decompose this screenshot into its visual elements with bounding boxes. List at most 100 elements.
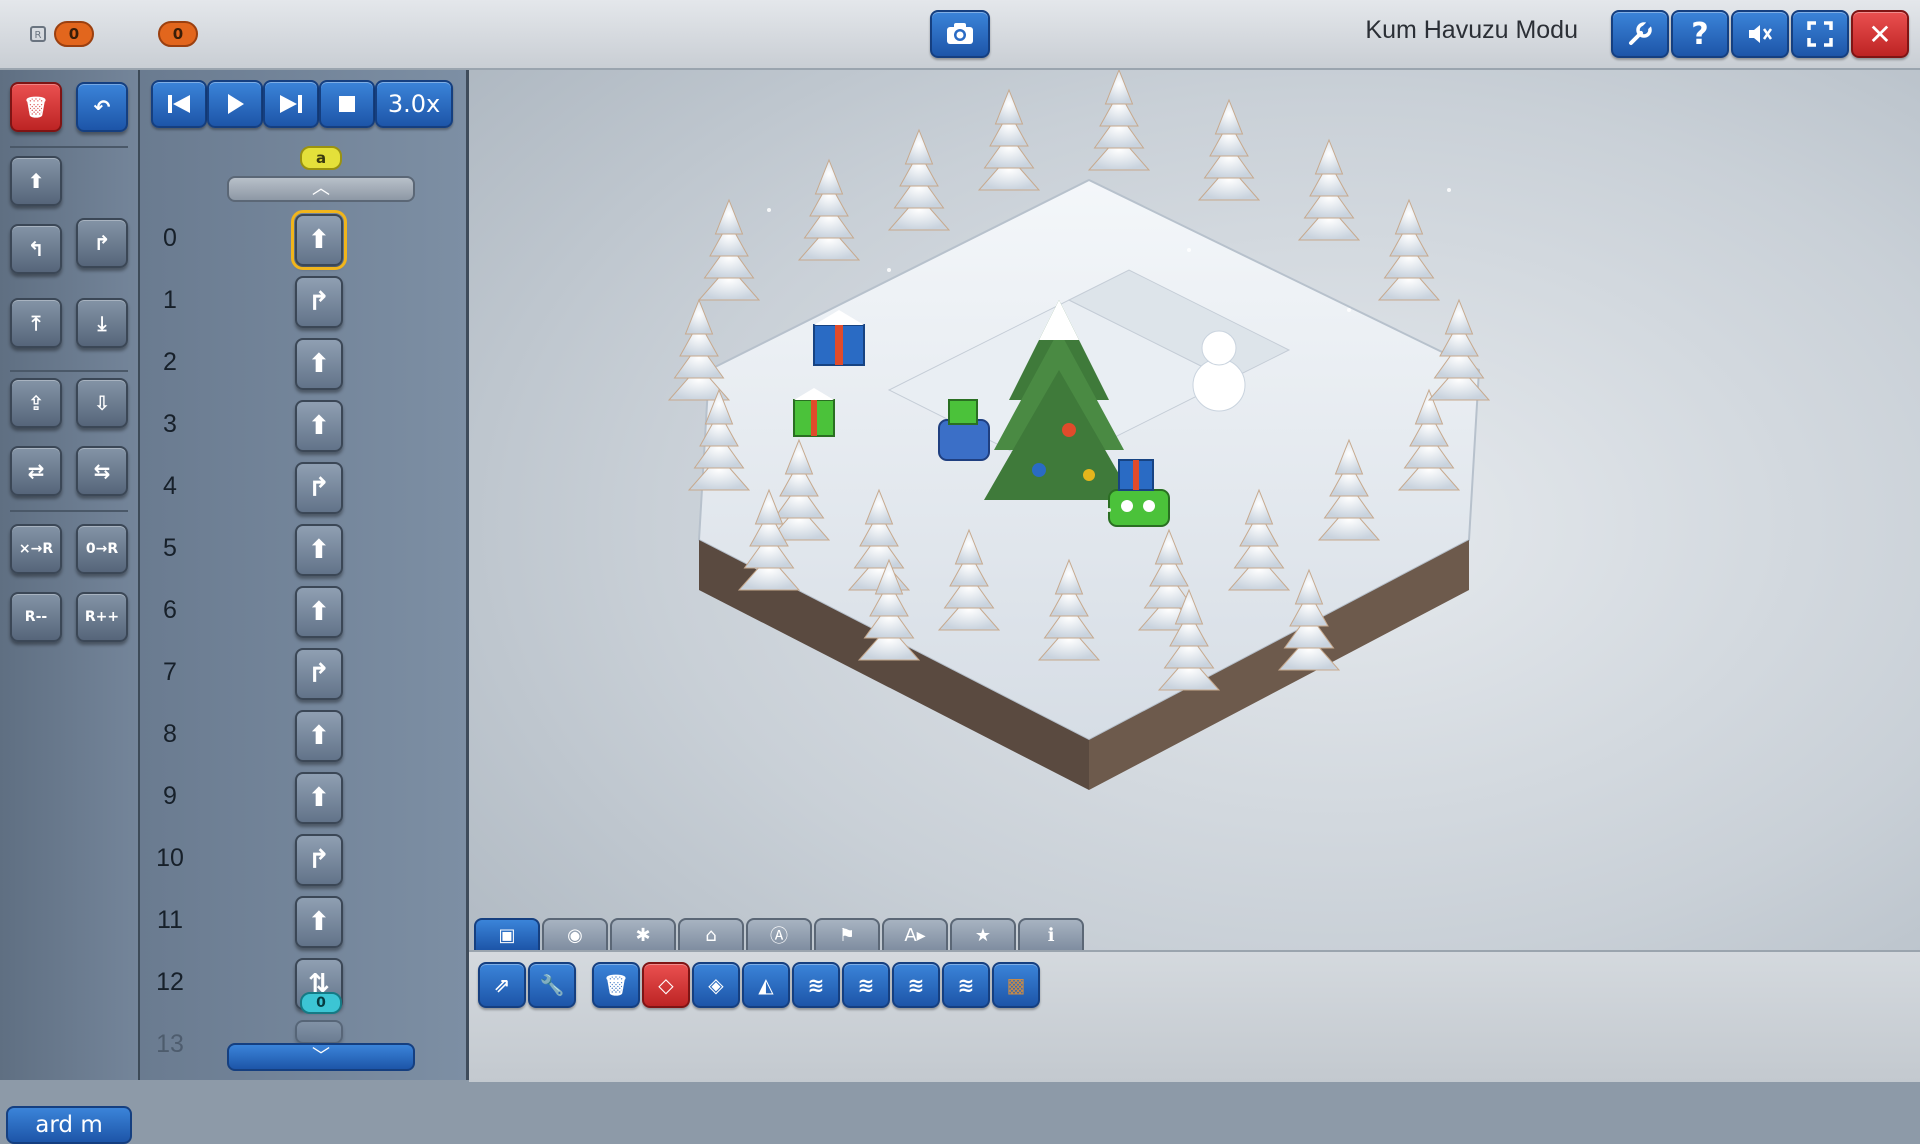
scroll-up-button[interactable]: ︿: [227, 176, 415, 202]
program-row-number: 10: [156, 844, 184, 872]
stop-button[interactable]: [319, 80, 375, 128]
delete-block-button[interactable]: 🗑: [592, 962, 640, 1008]
program-command-turn-right[interactable]: ↱: [295, 648, 343, 700]
wrench-button[interactable]: 🔧: [528, 962, 576, 1008]
turn-left-tool[interactable]: ↰: [10, 224, 62, 274]
speed-button[interactable]: 3.0x: [375, 80, 453, 128]
wrench-icon: [1629, 21, 1652, 45]
read-register-tool[interactable]: ⇄: [10, 446, 62, 496]
decrement-register-tool[interactable]: R--: [10, 592, 62, 642]
delete-program-button[interactable]: 🗑: [10, 82, 62, 132]
program-empty-slot[interactable]: [295, 1020, 343, 1044]
label-tab[interactable]: A▸: [882, 918, 948, 950]
zero-register-icon: 0→R: [85, 541, 119, 557]
stack-2-button[interactable]: ≋: [792, 962, 840, 1008]
zero-register-tool[interactable]: 0→R: [76, 524, 128, 574]
stack-5-button[interactable]: ≋: [942, 962, 990, 1008]
program-command-forward[interactable]: ⬆: [295, 772, 343, 824]
program-command-forward[interactable]: ⬆: [295, 896, 343, 948]
snow-tree: [887, 128, 951, 231]
pickup-tool[interactable]: ⤒: [10, 298, 62, 348]
close-button[interactable]: ✕: [1851, 10, 1909, 58]
mute-button[interactable]: [1731, 10, 1789, 58]
multiply-register-tool[interactable]: ×→R: [10, 524, 62, 574]
cube-button[interactable]: ◈: [692, 962, 740, 1008]
sign-tab[interactable]: Ⓐ: [746, 918, 812, 950]
program-command-turn-right[interactable]: ↱: [295, 276, 343, 328]
program-command-turn-right[interactable]: ↱: [295, 462, 343, 514]
crate-icon: ▩: [1006, 973, 1026, 997]
play-button[interactable]: [207, 80, 263, 128]
turn-right-icon: ↱: [308, 287, 330, 317]
snow-tree: [1297, 138, 1361, 241]
vehicle-tab[interactable]: ⌂: [678, 918, 744, 950]
register-icon: R: [30, 26, 46, 42]
chevron-down-icon: ﹀: [312, 1046, 330, 1067]
terrain-paint-button[interactable]: ⇗: [478, 962, 526, 1008]
crate-button[interactable]: ▩: [992, 962, 1040, 1008]
drop-tool[interactable]: ⤓: [76, 298, 128, 348]
stack-3-button[interactable]: ≋: [842, 962, 890, 1008]
decrement-register-icon: R--: [24, 609, 48, 625]
turn-left-icon: ↰: [27, 237, 45, 261]
settings-button[interactable]: [1611, 10, 1669, 58]
turn-right-icon: ↱: [93, 231, 111, 255]
counter-badge-1: 0: [54, 21, 94, 47]
snow-tree: [1377, 198, 1441, 301]
close-icon: ✕: [1868, 17, 1892, 51]
info-icon: ℹ: [1047, 924, 1055, 946]
skip-forward-icon: [280, 95, 302, 113]
program-command-forward[interactable]: ⬆: [295, 586, 343, 638]
import-icon: ⇩: [93, 391, 111, 415]
snow-tree: [797, 158, 861, 261]
counter-badge-2: 0: [158, 21, 198, 47]
snow-tree: [697, 198, 761, 301]
screenshot-button[interactable]: [930, 10, 990, 58]
snowflake-tab[interactable]: ✱: [610, 918, 676, 950]
program-command-forward[interactable]: ⬆: [291, 210, 347, 270]
play-icon: [228, 94, 244, 114]
scroll-down-button[interactable]: ﹀: [227, 1043, 415, 1071]
program-command-forward[interactable]: ⬆: [295, 710, 343, 762]
export-tool[interactable]: ⇪: [10, 378, 62, 428]
blocks-tab[interactable]: ▣: [474, 918, 540, 950]
vehicle-icon: ⌂: [705, 924, 717, 946]
rewind-button[interactable]: [151, 80, 207, 128]
program-command-forward[interactable]: ⬆: [295, 400, 343, 452]
camera-icon: [947, 23, 973, 44]
fullscreen-button[interactable]: [1791, 10, 1849, 58]
stack-3-icon: ≋: [857, 973, 875, 997]
pickup-icon: ⤒: [31, 311, 41, 335]
program-command-forward[interactable]: ⬆: [295, 524, 343, 576]
increment-register-icon: R++: [84, 609, 120, 625]
cube-icon: ◈: [708, 973, 724, 997]
stack-4-button[interactable]: ≋: [892, 962, 940, 1008]
palette-label[interactable]: ard m: [6, 1106, 132, 1144]
camera-tab[interactable]: ◉: [542, 918, 608, 950]
info-tab[interactable]: ℹ: [1018, 918, 1084, 950]
forward-tool[interactable]: ⬆: [10, 156, 62, 206]
flag-tab[interactable]: ⚑: [814, 918, 880, 950]
program-row-number: 8: [163, 720, 177, 748]
turn-right-tool[interactable]: ↱: [76, 218, 128, 268]
program-command-turn-right[interactable]: ↱: [295, 834, 343, 886]
secondary-counter: 0: [158, 20, 198, 48]
program-row-number: 7: [163, 658, 177, 686]
star-tab[interactable]: ★: [950, 918, 1016, 950]
arrow-up-icon: ⬆: [308, 411, 330, 441]
help-icon: ?: [1691, 16, 1709, 52]
program-command-forward[interactable]: ⬆: [295, 338, 343, 390]
program-row-number: 0: [163, 224, 177, 252]
help-button[interactable]: ?: [1671, 10, 1729, 58]
step-button[interactable]: [263, 80, 319, 128]
program-row-number: 6: [163, 596, 177, 624]
undo-button[interactable]: ↶: [76, 82, 128, 132]
write-register-tool[interactable]: ⇆: [76, 446, 128, 496]
import-tool[interactable]: ⇩: [76, 378, 128, 428]
fullscreen-icon: [1807, 21, 1833, 47]
flat-tile-button[interactable]: ◇: [642, 962, 690, 1008]
flat-tile-icon: ◇: [658, 973, 674, 997]
slope-button[interactable]: ◭: [742, 962, 790, 1008]
arrow-up-icon: ⬆: [308, 225, 330, 255]
increment-register-tool[interactable]: R++: [76, 592, 128, 642]
